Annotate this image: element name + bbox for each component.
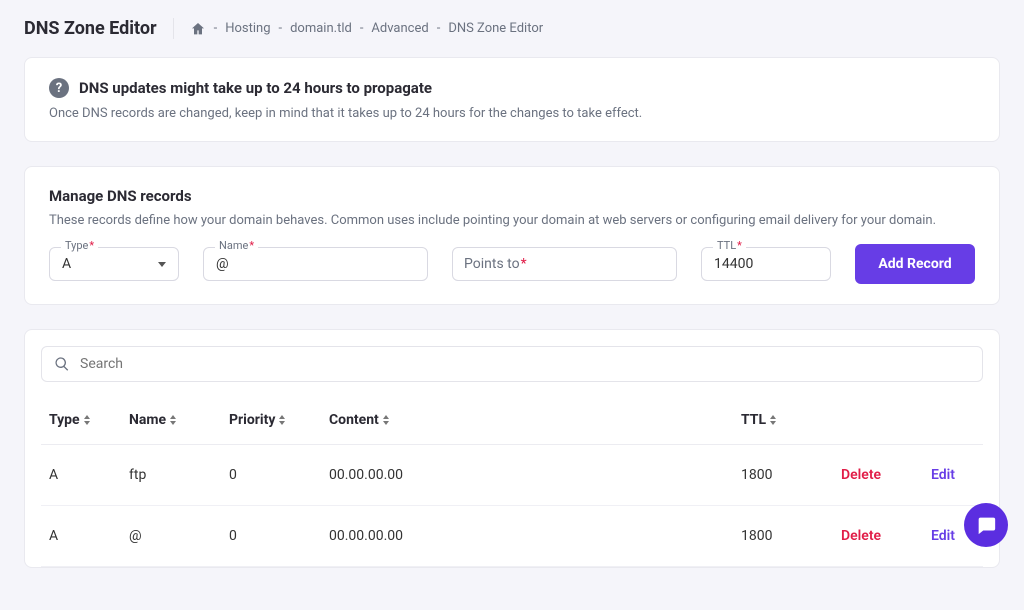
home-icon[interactable] — [190, 21, 206, 37]
table-row: A ftp 0 00.00.00.00 1800 Delete Edit — [41, 445, 983, 506]
crumb-advanced[interactable]: Advanced — [371, 21, 428, 36]
cell-type: A — [41, 506, 121, 567]
cell-content: 00.00.00.00 — [321, 506, 733, 567]
type-select[interactable]: A — [49, 247, 179, 281]
search-box[interactable] — [41, 346, 983, 382]
cell-content: 00.00.00.00 — [321, 445, 733, 506]
delete-button[interactable]: Delete — [841, 528, 881, 544]
chat-widget[interactable] — [964, 503, 1008, 547]
cell-priority: 0 — [221, 445, 321, 506]
sort-icon — [84, 415, 90, 425]
ttl-input[interactable] — [701, 247, 831, 281]
cell-ttl: 1800 — [733, 445, 833, 506]
th-ttl[interactable]: TTL — [733, 396, 833, 445]
th-name[interactable]: Name — [121, 396, 221, 445]
table-row: A @ 0 00.00.00.00 1800 Delete Edit — [41, 506, 983, 567]
edit-button[interactable]: Edit — [931, 528, 955, 544]
page-title: DNS Zone Editor — [24, 18, 174, 39]
crumb-hosting[interactable]: Hosting — [225, 21, 270, 36]
records-card: Type Name Priority Content TTL A ftp 0 0… — [24, 329, 1000, 568]
chat-icon — [975, 514, 997, 536]
cell-ttl: 1800 — [733, 506, 833, 567]
notice-title: DNS updates might take up to 24 hours to… — [79, 79, 432, 97]
name-label: Name — [219, 239, 248, 252]
cell-name: @ — [121, 506, 221, 567]
th-content[interactable]: Content — [321, 396, 733, 445]
edit-button[interactable]: Edit — [931, 467, 955, 483]
th-priority[interactable]: Priority — [221, 396, 321, 445]
sort-icon — [279, 415, 285, 425]
th-type[interactable]: Type — [41, 396, 121, 445]
search-icon — [54, 356, 70, 372]
chevron-down-icon — [158, 262, 166, 267]
sort-icon — [383, 415, 389, 425]
info-icon: ? — [49, 78, 69, 98]
manage-card: Manage DNS records These records define … — [24, 166, 1000, 305]
cell-name: ftp — [121, 445, 221, 506]
name-input[interactable] — [203, 247, 428, 281]
crumb-domain[interactable]: domain.tld — [290, 21, 352, 36]
sort-icon — [770, 415, 776, 425]
delete-button[interactable]: Delete — [841, 467, 881, 483]
add-record-button[interactable]: Add Record — [855, 244, 975, 284]
manage-title: Manage DNS records — [49, 187, 975, 205]
notice-desc: Once DNS records are changed, keep in mi… — [49, 106, 975, 121]
breadcrumb: - Hosting - domain.tld - Advanced - DNS … — [174, 21, 548, 37]
cell-type: A — [41, 445, 121, 506]
points-input[interactable] — [452, 247, 677, 281]
crumb-current: DNS Zone Editor — [448, 21, 543, 36]
notice-card: ? DNS updates might take up to 24 hours … — [24, 57, 1000, 142]
cell-priority: 0 — [221, 506, 321, 567]
manage-desc: These records define how your domain beh… — [49, 213, 975, 228]
type-label: Type — [65, 239, 88, 252]
sort-icon — [170, 415, 176, 425]
search-input[interactable] — [80, 356, 970, 372]
ttl-label: TTL — [717, 239, 736, 252]
